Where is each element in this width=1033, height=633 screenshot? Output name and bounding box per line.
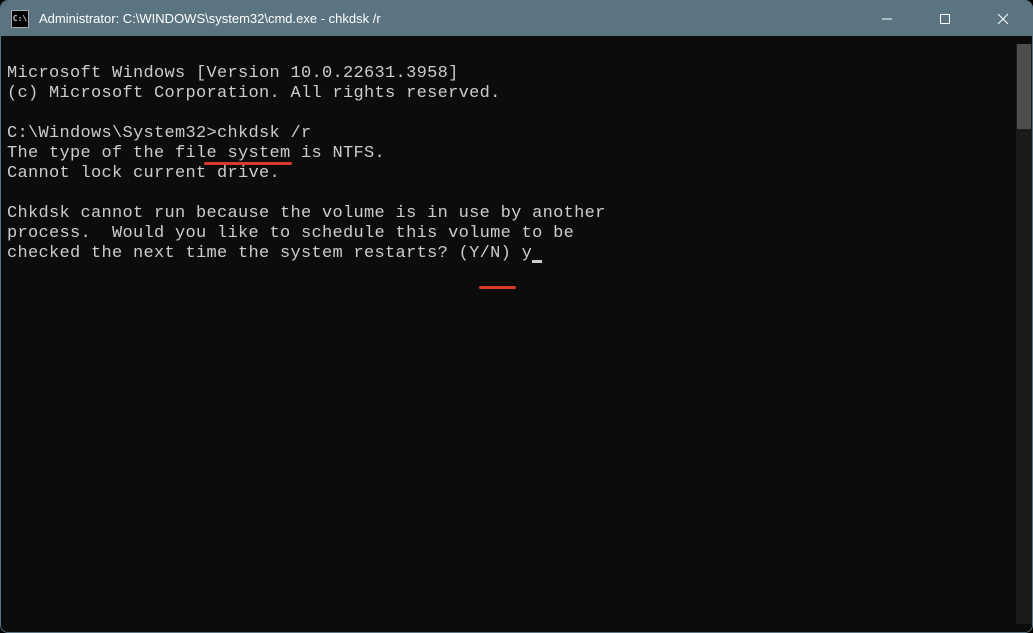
minimize-button[interactable] <box>858 1 916 36</box>
cmd-icon: C:\ <box>11 10 29 28</box>
maximize-button[interactable] <box>916 1 974 36</box>
maximize-icon <box>939 13 951 25</box>
scrollbar-track[interactable] <box>1016 44 1032 624</box>
output-line: process. Would you like to schedule this… <box>7 224 1016 244</box>
text-cursor <box>532 260 542 263</box>
prompt-path: C:\Windows\System32> <box>7 124 217 143</box>
titlebar[interactable]: C:\ Administrator: C:\WINDOWS\system32\c… <box>1 1 1032 36</box>
terminal-output[interactable]: Microsoft Windows [Version 10.0.22631.39… <box>1 36 1032 632</box>
user-answer: y <box>522 244 533 263</box>
output-line: Cannot lock current drive. <box>7 164 1016 184</box>
minimize-icon <box>881 13 893 25</box>
version-line: Microsoft Windows [Version 10.0.22631.39… <box>7 64 1016 84</box>
window-controls <box>858 1 1032 36</box>
prompt-line: C:\Windows\System32>chkdsk /r <box>7 124 1016 144</box>
close-icon <box>997 13 1009 25</box>
window-title: Administrator: C:\WINDOWS\system32\cmd.e… <box>39 11 858 26</box>
output-line: The type of the file system is NTFS. <box>7 144 1016 164</box>
annotation-underline <box>479 286 516 289</box>
output-line: Chkdsk cannot run because the volume is … <box>7 204 1016 224</box>
copyright-line: (c) Microsoft Corporation. All rights re… <box>7 84 1016 104</box>
output-prompt-line: checked the next time the system restart… <box>7 244 1016 264</box>
prompt-command: chkdsk /r <box>217 124 312 143</box>
terminal-text: Microsoft Windows [Version 10.0.22631.39… <box>7 44 1016 624</box>
annotation-underline <box>204 162 292 165</box>
scrollbar-thumb[interactable] <box>1017 44 1031 129</box>
close-button[interactable] <box>974 1 1032 36</box>
cmd-window: C:\ Administrator: C:\WINDOWS\system32\c… <box>0 0 1033 633</box>
